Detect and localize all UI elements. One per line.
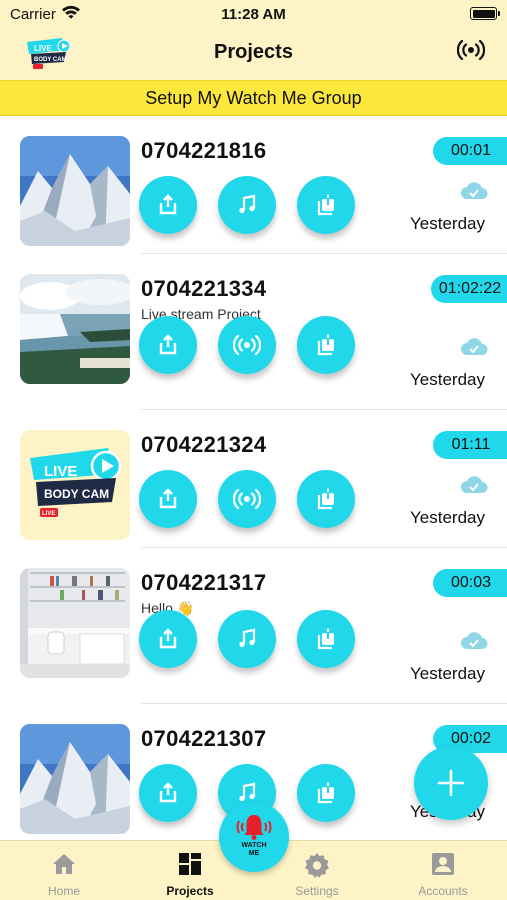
project-thumbnail-mountain[interactable] [20,724,130,834]
project-row[interactable]: 0704221816 00:01 Yesterday [0,116,507,254]
tab-label: Accounts [418,884,468,898]
project-date: Yesterday [410,508,485,527]
share-icon [159,628,177,649]
project-thumbnail-logo[interactable]: LIVE BODY CAM LIVE [20,430,130,540]
duration-badge: 00:03 [433,569,507,597]
share-icon [159,194,177,215]
tab-accounts[interactable]: Accounts [383,841,503,900]
music-icon [239,782,256,802]
home-icon [53,854,75,874]
cloud-synced-icon [460,632,488,655]
project-date: Yesterday [410,214,485,233]
grid-icon [179,853,201,875]
setup-watch-me-banner[interactable]: Setup My Watch Me Group [0,80,507,116]
project-row[interactable]: LIVE BODY CAM LIVE 0704221324 01:11 Yest… [0,410,507,548]
project-thumbnail-mountain[interactable] [20,136,130,246]
export-icon [317,194,334,216]
export-button[interactable] [297,176,355,234]
tab-label: Home [47,884,80,898]
broadcast-icon [233,335,261,355]
project-date: Yesterday [410,664,485,683]
project-name[interactable]: 0704221334 [141,276,266,302]
plus-icon [437,769,465,797]
broadcast-icon [456,39,486,61]
page-title: Projects [214,41,293,63]
broadcast-icon [233,489,261,509]
header: Carrier 11:28 AM LIVE BODY CAM Projects [0,0,507,80]
broadcast-button[interactable] [218,470,276,528]
alarm-bell-icon [236,815,272,840]
share-button[interactable] [139,764,197,822]
broadcast-button[interactable] [456,39,486,65]
share-icon [159,782,177,803]
export-button[interactable] [297,610,355,668]
add-project-button[interactable] [414,746,488,820]
project-list[interactable]: 0704221816 00:01 Yesterday 0704221334 Li… [0,116,507,840]
cloud-synced-icon [460,476,488,499]
export-button[interactable] [297,316,355,374]
project-name[interactable]: 0704221317 [141,570,266,596]
svg-text:LIVE: LIVE [44,463,77,480]
share-button[interactable] [139,176,197,234]
cloud-synced-icon [460,182,488,205]
duration-badge: 01:11 [433,431,507,459]
battery-icon [470,7,500,20]
music-button[interactable] [218,176,276,234]
duration-badge: 01:02:22 [431,275,507,303]
export-button[interactable] [297,764,355,822]
share-button[interactable] [139,610,197,668]
duration-badge: 00:01 [433,137,507,165]
status-bar: Carrier 11:28 AM [0,0,507,28]
export-icon [317,488,334,510]
project-name[interactable]: 0704221816 [141,138,266,164]
share-button[interactable] [139,316,197,374]
project-row[interactable]: 0704221334 Live stream Project 01:02:22 … [0,254,507,410]
share-icon [159,488,177,509]
broadcast-button[interactable] [218,316,276,374]
export-icon [317,782,334,804]
music-icon [239,194,256,214]
watch-me-label-line1: WATCH [241,842,267,849]
watch-me-label: WATCH ME [219,842,289,858]
cloud-synced-icon [460,338,488,361]
export-icon [317,334,334,356]
tab-label: Settings [295,884,339,898]
watch-me-label-line2: ME [248,850,260,857]
svg-text:BODY CAM: BODY CAM [44,487,109,501]
watch-me-button[interactable]: WATCH ME [219,802,289,872]
music-button[interactable] [218,610,276,668]
logo-badge-text: LIVE [42,511,55,517]
share-button[interactable] [139,470,197,528]
music-icon [239,628,256,648]
project-name[interactable]: 0704221324 [141,432,266,458]
clock: 11:28 AM [221,6,286,23]
project-thumbnail-room[interactable] [20,568,130,678]
account-icon [432,853,454,875]
export-button[interactable] [297,470,355,528]
share-icon [159,334,177,355]
project-row[interactable]: 0704221317 Hello 👋 00:03 Yesterday [0,548,507,704]
tab-label: Projects [166,884,214,898]
project-date: Yesterday [410,370,485,389]
project-thumbnail-waterfall[interactable] [20,274,130,384]
gear-icon [305,853,329,878]
export-icon [317,628,334,650]
project-name[interactable]: 0704221307 [141,726,266,752]
tab-home[interactable]: Home [4,841,124,900]
navigation-bar: LIVE BODY CAM Projects [0,28,507,80]
